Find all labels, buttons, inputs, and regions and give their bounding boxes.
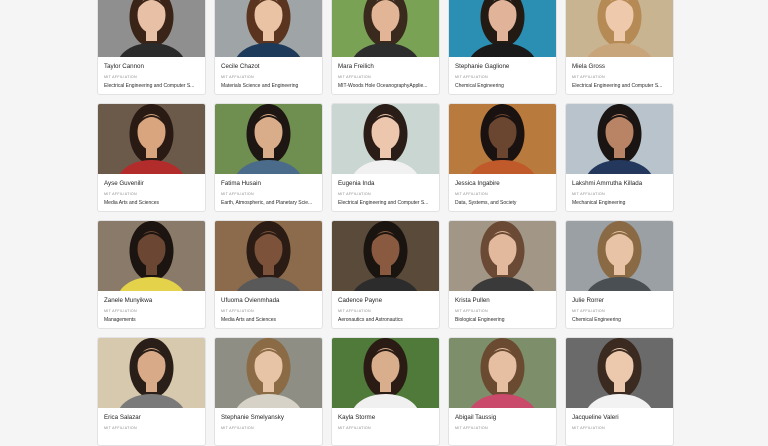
affiliation-label: MIT AFFILIATION: [572, 426, 605, 430]
person-photo: [332, 0, 439, 57]
affiliation-value: Managements: [104, 317, 136, 323]
affiliation-value: Media Arts and Sciences: [221, 317, 277, 323]
person-name[interactable]: Zanele Munyikwa: [104, 297, 152, 304]
person-photo: [566, 221, 673, 291]
person-card[interactable]: Zanele Munyikwa MIT AFFILIATION Management…: [97, 220, 206, 329]
affiliation-value: Chemical Engineering: [455, 83, 504, 89]
affiliation-label: MIT AFFILIATION: [104, 192, 137, 196]
affiliation-label: MIT AFFILIATION: [572, 75, 605, 79]
person-photo: [215, 338, 322, 408]
person-photo: [98, 221, 205, 291]
affiliation-label: MIT AFFILIATION: [221, 75, 254, 79]
affiliation-value: Biological Engineering: [455, 317, 505, 323]
person-card[interactable]: Jacqueline Valeri MIT AFFILIATION: [565, 337, 674, 446]
person-name[interactable]: Ufuoma Ovienmhada: [221, 297, 279, 304]
person-name[interactable]: Abigail Taussig: [455, 414, 496, 421]
affiliation-value: Materials Science and Engineering: [221, 83, 299, 89]
person-photo: [215, 0, 322, 57]
affiliation-label: MIT AFFILIATION: [221, 426, 254, 430]
affiliation-label: MIT AFFILIATION: [221, 309, 254, 313]
person-name[interactable]: Krista Pullen: [455, 297, 490, 304]
person-card[interactable]: Taylor Cannon MIT AFFILIATION Electrical E…: [97, 0, 206, 95]
affiliation-label: MIT AFFILIATION: [572, 192, 605, 196]
person-name[interactable]: Stephanie Smelyansky: [221, 414, 284, 421]
person-card[interactable]: Stephanie Gaglione MIT AFFILIATION Chemica…: [448, 0, 557, 95]
person-card[interactable]: Stephanie Smelyansky MIT AFFILIATION: [214, 337, 323, 446]
person-name[interactable]: Fatima Husain: [221, 180, 261, 187]
person-photo: [566, 104, 673, 174]
person-photo: [449, 221, 556, 291]
person-card[interactable]: Eugenia Inda MIT AFFILIATION Electrical En…: [331, 103, 440, 212]
person-name[interactable]: Cecile Chazot: [221, 63, 260, 70]
person-card[interactable]: Krista Pullen MIT AFFILIATION Biological E…: [448, 220, 557, 329]
person-name[interactable]: Julie Rorrer: [572, 297, 604, 304]
person-name[interactable]: Cadence Payne: [338, 297, 382, 304]
person-photo: [98, 104, 205, 174]
person-photo: [566, 0, 673, 57]
person-card[interactable]: Ufuoma Ovienmhada MIT AFFILIATION Media Ar…: [214, 220, 323, 329]
person-photo: [449, 0, 556, 57]
person-card[interactable]: Mara Freilich MIT AFFILIATION MIT-Woods Ho…: [331, 0, 440, 95]
affiliation-label: MIT AFFILIATION: [455, 426, 488, 430]
people-grid: Taylor Cannon MIT AFFILIATION Electrical E…: [97, 0, 674, 446]
person-name[interactable]: Mara Freilich: [338, 63, 374, 70]
person-photo: [566, 338, 673, 408]
person-photo: [449, 104, 556, 174]
affiliation-label: MIT AFFILIATION: [104, 309, 137, 313]
person-photo: [215, 221, 322, 291]
affiliation-label: MIT AFFILIATION: [455, 75, 488, 79]
person-card[interactable]: Fatima Husain MIT AFFILIATION Earth, Atmos…: [214, 103, 323, 212]
person-card[interactable]: Jessica Ingabire MIT AFFILIATION Data, Sys…: [448, 103, 557, 212]
person-card[interactable]: Erica Salazar MIT AFFILIATION: [97, 337, 206, 446]
person-name[interactable]: Eugenia Inda: [338, 180, 374, 187]
affiliation-label: MIT AFFILIATION: [455, 309, 488, 313]
affiliation-label: MIT AFFILIATION: [104, 75, 137, 79]
affiliation-value: Electrical Engineering and Computer S...: [338, 200, 429, 206]
affiliation-value: Data, Systems, and Society: [455, 200, 517, 206]
person-photo: [449, 338, 556, 408]
person-card[interactable]: Cadence Payne MIT AFFILIATION Aeronautics …: [331, 220, 440, 329]
person-photo: [332, 104, 439, 174]
person-name[interactable]: Kayla Storme: [338, 414, 375, 421]
person-card[interactable]: Lakshmi Amrrutha Killada MIT AFFILIATION M…: [565, 103, 674, 212]
person-card[interactable]: Cecile Chazot MIT AFFILIATION Materials Sc…: [214, 0, 323, 95]
person-name[interactable]: Miela Gross: [572, 63, 605, 70]
person-photo: [98, 338, 205, 408]
affiliation-label: MIT AFFILIATION: [221, 192, 254, 196]
person-card[interactable]: Miela Gross MIT AFFILIATION Electrical Eng…: [565, 0, 674, 95]
person-photo: [332, 338, 439, 408]
affiliation-value: MIT-Woods Hole OceanographyApplie...: [338, 83, 428, 89]
person-card[interactable]: Ayse Guvenilir MIT AFFILIATION Media Arts …: [97, 103, 206, 212]
person-name[interactable]: Erica Salazar: [104, 414, 141, 421]
person-card[interactable]: Kayla Storme MIT AFFILIATION: [331, 337, 440, 446]
person-name[interactable]: Stephanie Gaglione: [455, 63, 509, 70]
person-photo: [332, 221, 439, 291]
affiliation-label: MIT AFFILIATION: [338, 426, 371, 430]
affiliation-label: MIT AFFILIATION: [338, 75, 371, 79]
person-name[interactable]: Ayse Guvenilir: [104, 180, 144, 187]
affiliation-label: MIT AFFILIATION: [572, 309, 605, 313]
affiliation-value: Chemical Engineering: [572, 317, 621, 323]
person-name[interactable]: Jacqueline Valeri: [572, 414, 619, 421]
affiliation-value: Electrical Engineering and Computer S...: [572, 83, 663, 89]
affiliation-value: Aeronautics and Astronautics: [338, 317, 403, 323]
affiliation-value: Electrical Engineering and Computer S...: [104, 83, 195, 89]
affiliation-label: MIT AFFILIATION: [338, 192, 371, 196]
affiliation-label: MIT AFFILIATION: [338, 309, 371, 313]
person-photo: [215, 104, 322, 174]
affiliation-value: Mechanical Engineering: [572, 200, 626, 206]
person-card[interactable]: Julie Rorrer MIT AFFILIATION Chemical Engi…: [565, 220, 674, 329]
affiliation-label: MIT AFFILIATION: [455, 192, 488, 196]
person-name[interactable]: Lakshmi Amrrutha Killada: [572, 180, 642, 187]
person-name[interactable]: Jessica Ingabire: [455, 180, 500, 187]
affiliation-value: Earth, Atmospheric, and Planetary Scie..…: [221, 200, 313, 206]
person-card[interactable]: Abigail Taussig MIT AFFILIATION: [448, 337, 557, 446]
affiliation-label: MIT AFFILIATION: [104, 426, 137, 430]
person-name[interactable]: Taylor Cannon: [104, 63, 144, 70]
person-photo: [98, 0, 205, 57]
affiliation-value: Media Arts and Sciences: [104, 200, 160, 206]
